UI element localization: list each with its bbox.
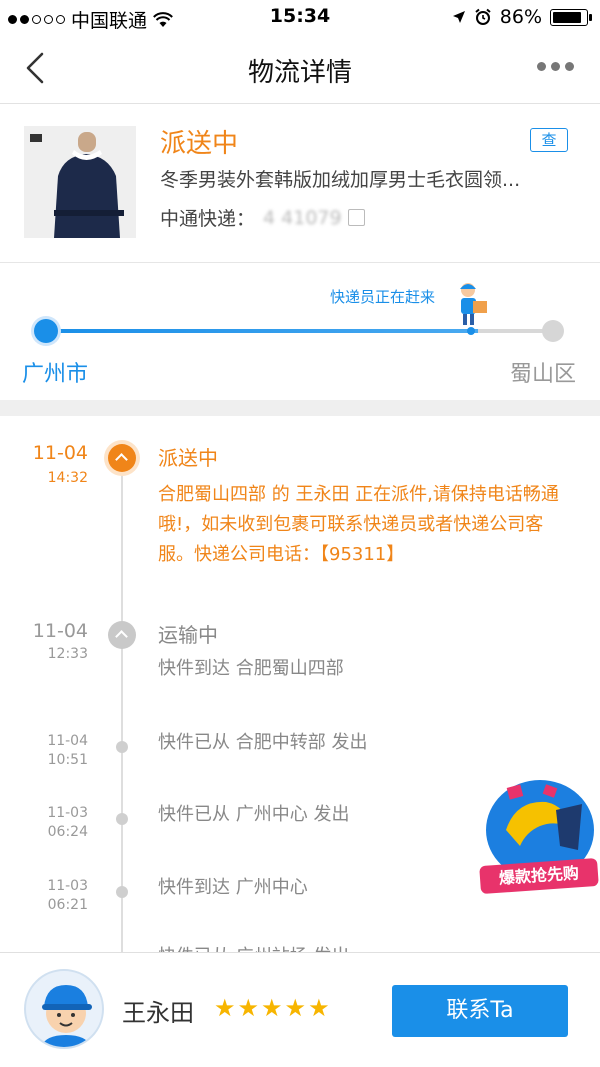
entry-time: 06:21 xyxy=(47,897,88,913)
star-icon: ★ xyxy=(284,994,307,1022)
more-options-icon[interactable] xyxy=(537,62,574,71)
entry-description: 快件已从 广州站场 发出 xyxy=(158,942,578,952)
product-name: 冬季男装外套韩版加绒加厚男士毛衣圆领... xyxy=(160,169,521,191)
origin-city: 广州市 xyxy=(22,362,89,387)
navigation-bar: 物流详情 xyxy=(0,34,600,104)
status-bar: 中国联通 15:34 86% xyxy=(0,0,600,34)
timeline-dot xyxy=(116,886,128,898)
entry-description: 快件已从 合肥中转部 发出 xyxy=(158,732,368,753)
chevron-up-icon xyxy=(108,444,136,472)
alarm-clock-icon xyxy=(475,8,491,25)
battery-percent: 86% xyxy=(499,6,542,28)
destination-node xyxy=(542,320,564,342)
star-icon: ★ xyxy=(261,994,283,1022)
battery-level-fill xyxy=(553,11,581,23)
entry-date: 11-04 xyxy=(47,733,88,749)
progress-fill xyxy=(46,329,478,333)
entry-time: 14:32 xyxy=(47,470,88,486)
entry-time: 10:51 xyxy=(47,752,88,768)
timeline-dot xyxy=(116,741,128,753)
courier-contact-bar: 王永田 ★ ★ ★ ★ ★ 联系Ta xyxy=(0,952,600,1067)
entry-time: 06:24 xyxy=(47,824,88,840)
star-icon: ★ xyxy=(237,994,260,1022)
timeline-line xyxy=(121,454,123,952)
page-title: 物流详情 xyxy=(247,58,352,88)
courier-name: 王永田 xyxy=(122,999,194,1027)
courier-rating: ★ ★ ★ ★ ★ xyxy=(214,996,330,1020)
chevron-up-icon xyxy=(108,621,136,649)
courier-company: 中通快递： xyxy=(160,208,256,230)
entry-title: 派送中 xyxy=(158,446,218,470)
entry-description: 快件到达 合肥蜀山四部 xyxy=(158,658,344,679)
delivery-status-title: 派送中 xyxy=(160,129,239,159)
tracking-number[interactable]: 4 41079 xyxy=(263,207,342,229)
entry-title: 运输中 xyxy=(158,623,218,647)
entry-time: 12:33 xyxy=(47,646,88,662)
entry-description: 合肥蜀山四部 的 王永田 正在派件,请保持电话畅通哦!，如未收到包裹可联系快递员… xyxy=(158,484,559,565)
current-position-node xyxy=(467,327,475,335)
query-button[interactable]: 查 xyxy=(530,128,568,152)
promo-float-badge[interactable]: 爆款抢先购 xyxy=(476,776,600,896)
entry-date: 11-04 xyxy=(32,442,88,464)
star-icon: ★ xyxy=(214,994,236,1022)
progress-label: 快递员正在赶来 xyxy=(330,288,436,306)
tracking-info: 中通快递： 4 41079 xyxy=(160,204,365,231)
package-summary-card: 派送中 查 冬季男装外套韩版加绒加厚男士毛衣圆领... 中通快递： 4 4107… xyxy=(0,105,600,263)
delivery-progress: 快递员正在赶来 广州市 蜀山区 xyxy=(0,264,600,400)
star-icon: ★ xyxy=(308,994,330,1022)
entry-date: 11-03 xyxy=(47,805,88,821)
destination-city: 蜀山区 xyxy=(509,362,576,387)
location-arrow-icon xyxy=(452,11,465,23)
copy-icon[interactable] xyxy=(347,209,365,226)
battery-icon xyxy=(550,8,592,26)
timeline-dot xyxy=(116,813,128,825)
courier-rider-icon xyxy=(460,283,487,325)
entry-date: 11-03 xyxy=(47,878,88,894)
entry-date: 11-04 xyxy=(32,620,88,642)
product-thumbnail[interactable] xyxy=(24,126,136,238)
courier-avatar xyxy=(24,969,104,1049)
contact-courier-button[interactable]: 联系Ta xyxy=(392,985,568,1037)
origin-node xyxy=(34,319,58,343)
section-divider xyxy=(0,400,600,416)
